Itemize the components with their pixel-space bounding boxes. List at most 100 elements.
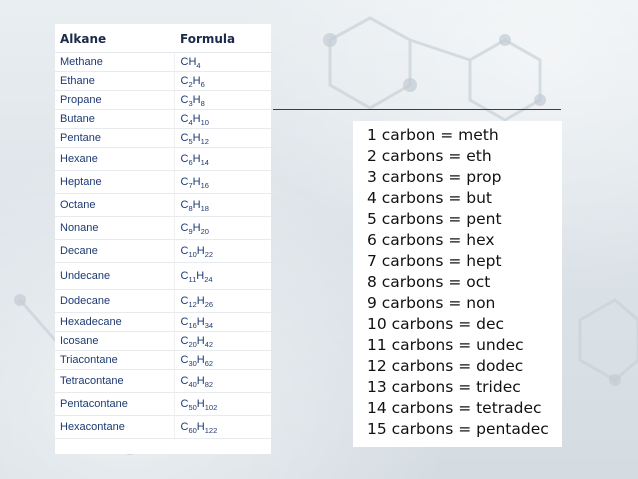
formula-subscript: 50 [188,403,197,412]
prefix-line: 10 carbons = dec [367,315,505,333]
formula-subscript: 12 [188,300,197,309]
formula-cell: C5H12 [173,128,271,148]
alkane-name-cell: Hexacontane [55,415,174,439]
formula-subscript: 122 [204,426,218,435]
formula-element: H [192,176,201,188]
alkane-name-cell: Icosane [55,331,174,351]
alkane-name-cell: Dodecane [55,289,174,313]
formula-subscript: 10 [188,250,197,259]
alkane-table: Alkane Formula Methane CH4 Ethane C2H6 Propa… [55,24,271,439]
formula-subscript: 60 [188,426,197,435]
formula-subscript: 42 [204,340,214,349]
alkane-table-body: Methane CH4 Ethane C2H6 Propane C3H8 Butane C4H… [55,52,271,439]
alkane-name-cell: Hexane [55,147,174,171]
formula-subscript: 18 [200,204,209,213]
formula-subscript: 12 [200,137,209,146]
prefix-line: 9 carbons = non [367,294,496,312]
formula-cell: C60H122 [173,415,271,439]
formula-subscript: 62 [204,359,214,368]
formula-subscript: 24 [204,275,213,284]
table-row: Octane C8H18 [55,193,271,217]
prefix-line: 6 carbons = hex [367,231,495,249]
formula-cell: C10H22 [173,239,271,263]
prefix-line: 2 carbons = eth [367,147,492,165]
prefix-line: 12 carbons = dodec [367,357,524,375]
table-row: Tetracontane C40H82 [55,369,271,393]
alkane-name-cell: Undecane [55,262,174,290]
formula-subscript: 26 [204,300,214,309]
formula-element: H [196,316,205,328]
formula-subscript: 14 [200,158,209,167]
formula-element: H [192,132,201,144]
alkane-name-cell: Butane [55,109,174,129]
formula-subscript: 8 [200,99,205,108]
prefix-line: 8 carbons = oct [367,273,491,291]
formula-element: H [196,335,205,347]
table-row: Pentacontane C50H102 [55,392,271,416]
formula-subscript: 82 [204,380,214,389]
formula-subscript: 102 [204,403,218,412]
formula-element: H [196,245,205,257]
alkane-name-cell: Octane [55,193,174,217]
prefix-line: 11 carbons = undec [367,336,524,354]
formula-element: H [196,295,205,307]
table-row: Nonane C9H20 [55,216,271,240]
table-row: Triacontane C30H62 [55,350,271,370]
formula-cell: C30H62 [173,350,271,370]
formula-cell: C9H20 [173,216,271,240]
table-row: Propane C3H8 [55,90,271,110]
formula-cell: CH4 [173,52,271,72]
prefix-line: 14 carbons = tetradec [367,399,542,417]
formula-element: H [192,222,201,234]
formula-element: H [192,199,201,211]
table-row: Decane C10H22 [55,239,271,263]
prefix-line: 15 carbons = pentadec [367,420,549,438]
formula-element: H [196,398,205,410]
formula-cell: C7H16 [173,170,271,194]
table-row: Methane CH4 [55,52,271,72]
formula-element: H [196,270,205,282]
alkane-name-cell: Pentacontane [55,392,174,416]
table-row: Dodecane C12H26 [55,289,271,313]
alkane-name-cell: Nonane [55,216,174,240]
table-header-row: Alkane Formula [55,24,271,53]
formula-subscript: 16 [200,181,209,190]
formula-cell: C50H102 [173,392,271,416]
formula-subscript: 30 [188,359,197,368]
formula-subscript: 20 [200,227,209,236]
column-header-alkane: Alkane [55,24,174,53]
formula-cell: C2H6 [173,71,271,91]
table-row: Hexacontane C60H122 [55,415,271,439]
formula-cell: C16H34 [173,312,271,332]
prefix-line: 3 carbons = prop [367,168,502,186]
table-row: Butane C4H10 [55,109,271,129]
formula-element: H [192,75,201,87]
formula-element: H [192,153,201,165]
prefix-line: 4 carbons = but [367,189,492,207]
table-row: Icosane C20H42 [55,331,271,351]
table-row: Ethane C2H6 [55,71,271,91]
table-row: Heptane C7H16 [55,170,271,194]
prefix-line: 1 carbon = meth [367,126,499,144]
alkane-name-cell: Tetracontane [55,369,174,393]
alkane-name-cell: Pentane [55,128,174,148]
formula-element: H [192,113,201,125]
table-row: Undecane C11H24 [55,262,271,290]
table-row: Pentane C5H12 [55,128,271,148]
formula-subscript: 34 [204,321,214,330]
column-header-formula: Formula [174,24,271,53]
prefix-line: 5 carbons = pent [367,210,502,228]
table-row: Hexane C6H14 [55,147,271,171]
formula-cell: C4H10 [173,109,271,129]
formula-subscript: 20 [188,340,197,349]
formula-subscript: 6 [200,80,205,89]
horizontal-rule [273,109,561,110]
formula-subscript: 40 [188,380,197,389]
formula-cell: C12H26 [173,289,271,313]
alkane-name-cell: Propane [55,90,174,110]
alkane-name-cell: Hexadecane [55,312,174,332]
formula-element: H [196,421,205,433]
formula-subscript: 22 [204,250,214,259]
alkane-name-cell: Methane [55,52,174,72]
table-row: Hexadecane C16H34 [55,312,271,332]
